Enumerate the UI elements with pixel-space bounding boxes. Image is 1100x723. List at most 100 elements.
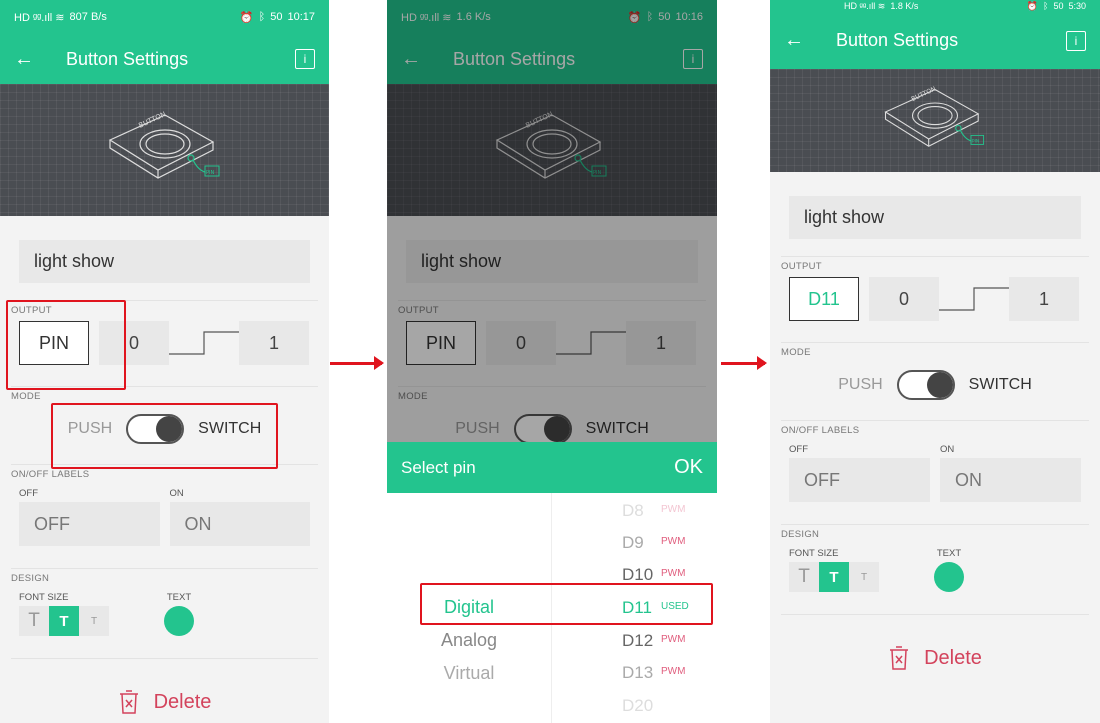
off-label-input[interactable]: OFF xyxy=(789,458,930,502)
pin-option[interactable]: D10 xyxy=(622,565,653,585)
flow-arrow-1 xyxy=(330,356,384,370)
text-color-caption: TEXT xyxy=(936,548,962,559)
onoff-labels-row: OFF OFF ON ON xyxy=(19,488,310,546)
text-color-swatch[interactable] xyxy=(934,562,964,592)
network-speed: 807 B/s xyxy=(69,11,107,23)
modal-scrim[interactable] xyxy=(387,0,717,493)
pin-tag: PWM xyxy=(661,568,686,579)
alarm-icon: ⏰ xyxy=(239,11,254,24)
pin-option[interactable]: D12 xyxy=(622,631,653,651)
svg-text:BUTTON: BUTTON xyxy=(137,110,167,130)
info-icon[interactable]: i xyxy=(1066,30,1086,51)
flow-arrow-2 xyxy=(721,356,767,370)
on-caption: ON xyxy=(940,444,955,455)
divider xyxy=(781,256,1089,257)
design-row: FONT SIZE T T T TEXT xyxy=(19,592,310,636)
text-color-caption: TEXT xyxy=(166,592,192,603)
info-icon[interactable]: i xyxy=(295,49,315,69)
mode-toggle-row: PUSH SWITCH xyxy=(789,370,1081,400)
font-size-caption: FONT SIZE xyxy=(789,548,839,559)
pin-option[interactable]: D9 xyxy=(622,533,644,553)
divider xyxy=(781,614,1089,615)
select-pin-title: Select pin xyxy=(401,457,476,477)
delete-button[interactable]: Delete xyxy=(19,689,310,715)
output-section-label: OUTPUT xyxy=(781,261,822,272)
pin-type-option[interactable]: Virtual xyxy=(387,663,551,684)
divider xyxy=(11,568,318,569)
delete-label: Delete xyxy=(924,646,982,669)
on-label-input[interactable]: ON xyxy=(940,458,1081,502)
onoff-section-label: ON/OFF LABELS xyxy=(11,469,90,480)
bluetooth-icon: ᛒ xyxy=(258,11,266,23)
pin-tag: PWM xyxy=(661,536,686,547)
select-pin-header: Select pin OK xyxy=(387,442,717,493)
button-device-illustration: BUTTON PIN xyxy=(884,85,985,147)
button-device-illustration: BUTTON PIN xyxy=(108,110,219,179)
bluetooth-icon: ᛒ xyxy=(1043,1,1049,11)
signal-icon: HD ᵍᵍ.ıll ≋ xyxy=(14,11,65,24)
trash-icon xyxy=(890,646,909,670)
font-size-medium[interactable]: T xyxy=(49,606,79,636)
trash-icon xyxy=(119,690,138,714)
back-arrow-icon[interactable]: ← xyxy=(784,29,824,52)
clock: 10:17 xyxy=(287,11,315,23)
signal-icon: HD ᵍᵍ.ıll ≋ xyxy=(844,0,886,11)
on-label-input[interactable]: ON xyxy=(169,502,310,546)
ok-button[interactable]: OK xyxy=(674,456,703,479)
divider xyxy=(781,420,1089,421)
page-title: Button Settings xyxy=(66,48,189,69)
off-label-input[interactable]: OFF xyxy=(19,502,160,546)
output-row: D11 0 1 xyxy=(789,277,1081,321)
design-section-label: DESIGN xyxy=(781,529,820,540)
signal-wave-icon xyxy=(939,287,1009,311)
divider xyxy=(781,524,1089,525)
pin-option[interactable]: D20 xyxy=(622,696,653,716)
font-size-selector: T T T xyxy=(19,606,109,636)
delete-button[interactable]: Delete xyxy=(789,645,1081,671)
font-size-caption: FONT SIZE xyxy=(19,592,69,603)
app-bar: ← Button Settings i xyxy=(0,34,329,84)
mode-switch[interactable] xyxy=(896,370,955,400)
network-speed: 1.8 K/s xyxy=(890,1,919,11)
signal-wave-icon xyxy=(169,331,239,355)
selected-pin-highlight-box xyxy=(420,583,713,625)
switch-label: SWITCH xyxy=(968,376,1032,393)
svg-text:BUTTON: BUTTON xyxy=(910,85,937,103)
switch-knob xyxy=(926,372,953,398)
mode-highlight-box xyxy=(51,403,278,469)
widget-name-input[interactable]: light show xyxy=(19,240,310,283)
status-bar: HD ᵍᵍ.ıll ≋ 807 B/s ⏰ ᛒ 50 10:17 xyxy=(0,0,329,34)
font-size-large[interactable]: T xyxy=(19,606,49,636)
text-color-swatch[interactable] xyxy=(164,606,194,636)
pin-option[interactable]: D8 xyxy=(622,501,644,521)
widget-name-input[interactable]: light show xyxy=(789,196,1081,239)
pin-tag: PWM xyxy=(661,666,686,677)
pin-tag: PWM xyxy=(661,634,686,645)
font-size-small[interactable]: T xyxy=(79,606,109,636)
back-arrow-icon[interactable]: ← xyxy=(14,48,54,71)
font-size-large[interactable]: T xyxy=(789,562,819,592)
delete-label: Delete xyxy=(153,690,212,713)
status-bar: HD ᵍᵍ.ıll ≋ 1.8 K/s ⏰ ᛒ 50 5:30 xyxy=(770,0,1100,12)
pin-tag: PWM xyxy=(661,504,686,515)
pin-selector[interactable]: D11 xyxy=(789,277,859,321)
pin-type-option[interactable]: Analog xyxy=(387,630,551,651)
font-size-medium[interactable]: T xyxy=(819,562,849,592)
high-value-input[interactable]: 1 xyxy=(239,321,309,365)
low-value-input[interactable]: 0 xyxy=(869,277,939,321)
mode-section-label: MODE xyxy=(11,391,41,402)
divider xyxy=(11,658,318,659)
high-value-input[interactable]: 1 xyxy=(1009,277,1079,321)
battery-indicator: 50 xyxy=(1053,1,1064,11)
output-highlight-box xyxy=(6,300,126,390)
svg-text:PIN: PIN xyxy=(206,170,214,176)
svg-text:PIN: PIN xyxy=(972,138,979,144)
font-size-selector: T T T xyxy=(789,562,879,592)
push-label: PUSH xyxy=(838,376,883,393)
clock: 5:30 xyxy=(1068,1,1086,11)
divider xyxy=(781,342,1089,343)
battery-indicator: 50 xyxy=(270,11,283,23)
page-title: Button Settings xyxy=(836,30,959,50)
font-size-small[interactable]: T xyxy=(849,562,879,592)
pin-option[interactable]: D13 xyxy=(622,663,653,683)
